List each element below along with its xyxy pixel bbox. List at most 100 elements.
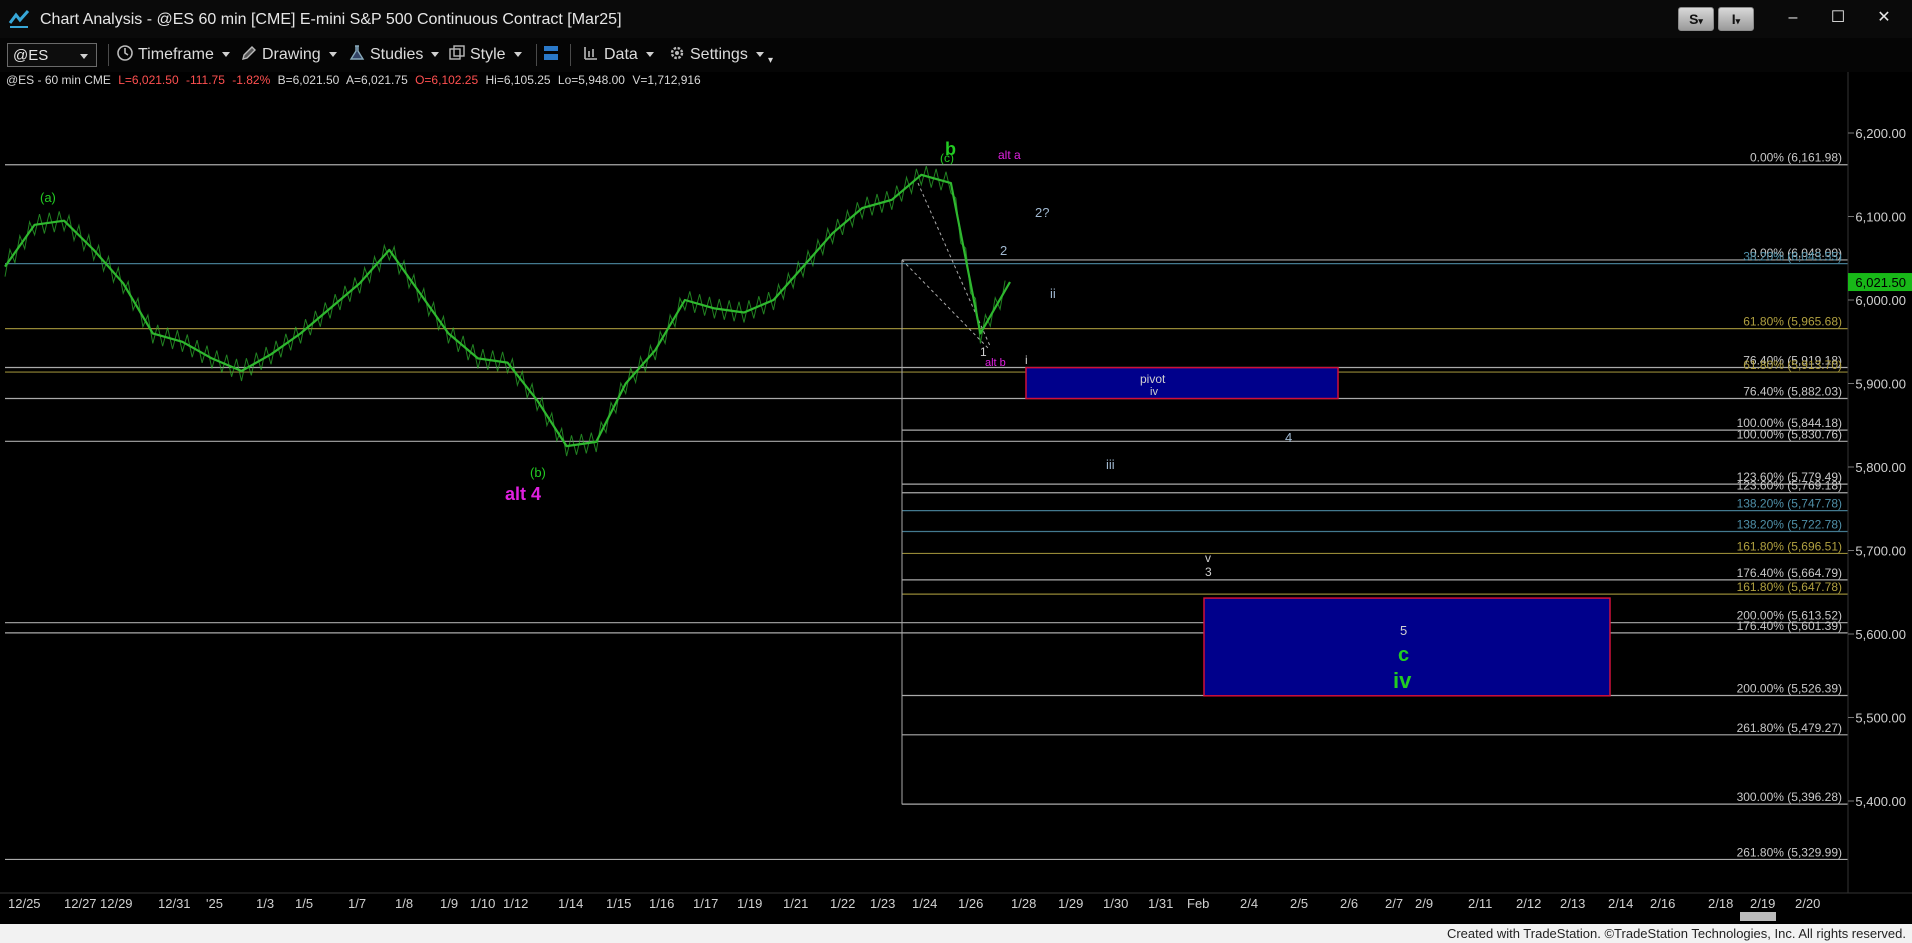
time-tick-label: 1/31 [1148,896,1173,911]
time-tick-label: 2/6 [1340,896,1358,911]
time-tick-label: 2/7 [1385,896,1403,911]
price-tick-label: 5,400.00 [1855,794,1906,809]
fib-level-label: 161.80% (5,647.78) [1737,580,1842,594]
symbol-legend: @ES - 60 min CME L=6,021.50 -111.75 -1.8… [6,73,701,87]
separator [570,44,571,66]
wave-label-iv-small: iv [1150,386,1158,398]
drawing-menu[interactable]: Drawing [240,44,337,66]
time-tick-label: 1/17 [693,896,718,911]
time-tick-label: 1/30 [1103,896,1128,911]
wave-label-c-paren: (c) [940,151,954,165]
wave-label-four: 4 [1285,430,1292,445]
data-menu[interactable]: Data [582,44,654,66]
time-tick-label: 2/9 [1415,896,1433,911]
minimize-button[interactable]: – [1773,6,1813,30]
wave-label-alt-b: alt b [985,357,1006,369]
bar-chart-icon [584,47,597,60]
time-tick-label: 12/25 [8,896,41,911]
studies-menu[interactable]: Studies [348,44,440,66]
i-button[interactable]: I▾ [1718,7,1754,31]
time-tick-label: 1/15 [606,896,631,911]
price-tick-label: 6,000.00 [1855,293,1906,308]
footer-credit: Created with TradeStation. ©TradeStation… [1446,926,1906,941]
toolbar: @ES Timeframe Drawing Studies Style Data… [0,38,1912,73]
price-tick-label: 5,600.00 [1855,627,1906,642]
chevron-down-icon [80,54,88,59]
time-tick-label: 1/23 [870,896,895,911]
flask-icon [349,45,365,60]
price-tick-label: 5,700.00 [1855,544,1906,559]
fib-level-label: 176.40% (5,601.39) [1737,619,1842,633]
s-button[interactable]: S▾ [1678,7,1714,31]
maximize-button[interactable]: ☐ [1818,6,1858,30]
fib-level-label: 300.00% (5,396.28) [1737,790,1842,804]
time-tick-label: 1/19 [737,896,762,911]
time-tick-label: 2/13 [1560,896,1585,911]
pivot-zone [1025,366,1339,400]
fib-level-label: 261.80% (5,479.27) [1737,721,1842,735]
close-button[interactable]: ✕ [1864,6,1904,30]
layout-icon [544,46,558,60]
symbol-input[interactable]: @ES [7,43,97,67]
time-tick-label: 1/7 [348,896,366,911]
settings-menu[interactable]: Settings [668,44,764,66]
chart-analysis-window: Chart Analysis - @ES 60 min [CME] E-mini… [0,0,1912,943]
style-icon [449,45,465,60]
fib-level-label: 138.20% (5,747.78) [1737,497,1842,511]
time-tick-label: 1/16 [649,896,674,911]
layout-button[interactable] [542,44,564,66]
time-tick-label: 2/4 [1240,896,1258,911]
horizontal-scrollbar[interactable] [1740,912,1776,921]
separator [536,44,537,66]
time-tick-label: 2/19 [1750,896,1775,911]
time-tick-label: '25 [206,896,223,911]
wave-label-a-paren: (a) [40,190,56,205]
time-tick-label: 12/29 [100,896,133,911]
time-tick-label: 1/10 [470,896,495,911]
wave-label-five: 5 [1400,623,1407,638]
wave-label-pivot: pivot [1140,372,1166,386]
fib-level-label: 38.20% (6,043.55) [1743,250,1842,264]
style-menu[interactable]: Style [448,44,522,66]
fib-level-label: 261.80% (5,329.99) [1737,845,1842,859]
time-tick-label: 2/14 [1608,896,1633,911]
timeframe-menu[interactable]: Timeframe [116,44,230,66]
last-price-label: 6,021.50 [1855,275,1906,290]
price-tick-label: 5,800.00 [1855,460,1906,475]
wave-label-v: v [1205,551,1211,565]
price-chart[interactable]: 0.00% (6,161.98)0.00% (6,048.00)38.20% (… [0,72,1912,924]
overflow-icon[interactable]: ▾ [768,50,773,72]
wave-label-ii: ii [1050,286,1056,301]
fib-level-label: 76.40% (5,882.03) [1743,385,1842,399]
time-tick-label: 1/29 [1058,896,1083,911]
time-tick-label: 1/24 [912,896,937,911]
fib-level-label: 61.80% (5,965.68) [1743,315,1842,329]
time-tick-label: 12/27 [64,896,97,911]
time-tick-label: 1/21 [783,896,808,911]
time-tick-label: 1/5 [295,896,313,911]
wave-label-c: c [1398,644,1409,666]
fib-level-label: 0.00% (6,161.98) [1750,151,1842,165]
time-tick-label: 2/16 [1650,896,1675,911]
window-title: Chart Analysis - @ES 60 min [CME] E-mini… [40,11,622,28]
time-tick-label: 1/8 [395,896,413,911]
time-tick-label: Feb [1187,896,1209,911]
wave-label-three: 3 [1205,565,1212,579]
time-tick-label: 2/18 [1708,896,1733,911]
separator [108,44,109,66]
price-tick-label: 5,900.00 [1855,377,1906,392]
wave-label-two-q: 2? [1035,205,1049,220]
gear-icon [670,46,684,60]
fib-level-label: 200.00% (5,526.39) [1737,681,1842,695]
fib-level-label: 61.80% (5,913.70) [1743,358,1842,372]
fib-level-label: 138.20% (5,722.78) [1737,517,1842,531]
fib-level-label: 100.00% (5,830.76) [1737,427,1842,441]
time-tick-label: 1/22 [830,896,855,911]
wave-label-iv-big: iv [1393,668,1412,693]
clock-icon [117,45,133,61]
time-tick-label: 2/12 [1516,896,1541,911]
wave-label-iii: iii [1106,457,1115,472]
wave-label-alt-4: alt 4 [505,484,541,504]
pencil-icon [242,46,256,60]
time-tick-label: 1/14 [558,896,583,911]
